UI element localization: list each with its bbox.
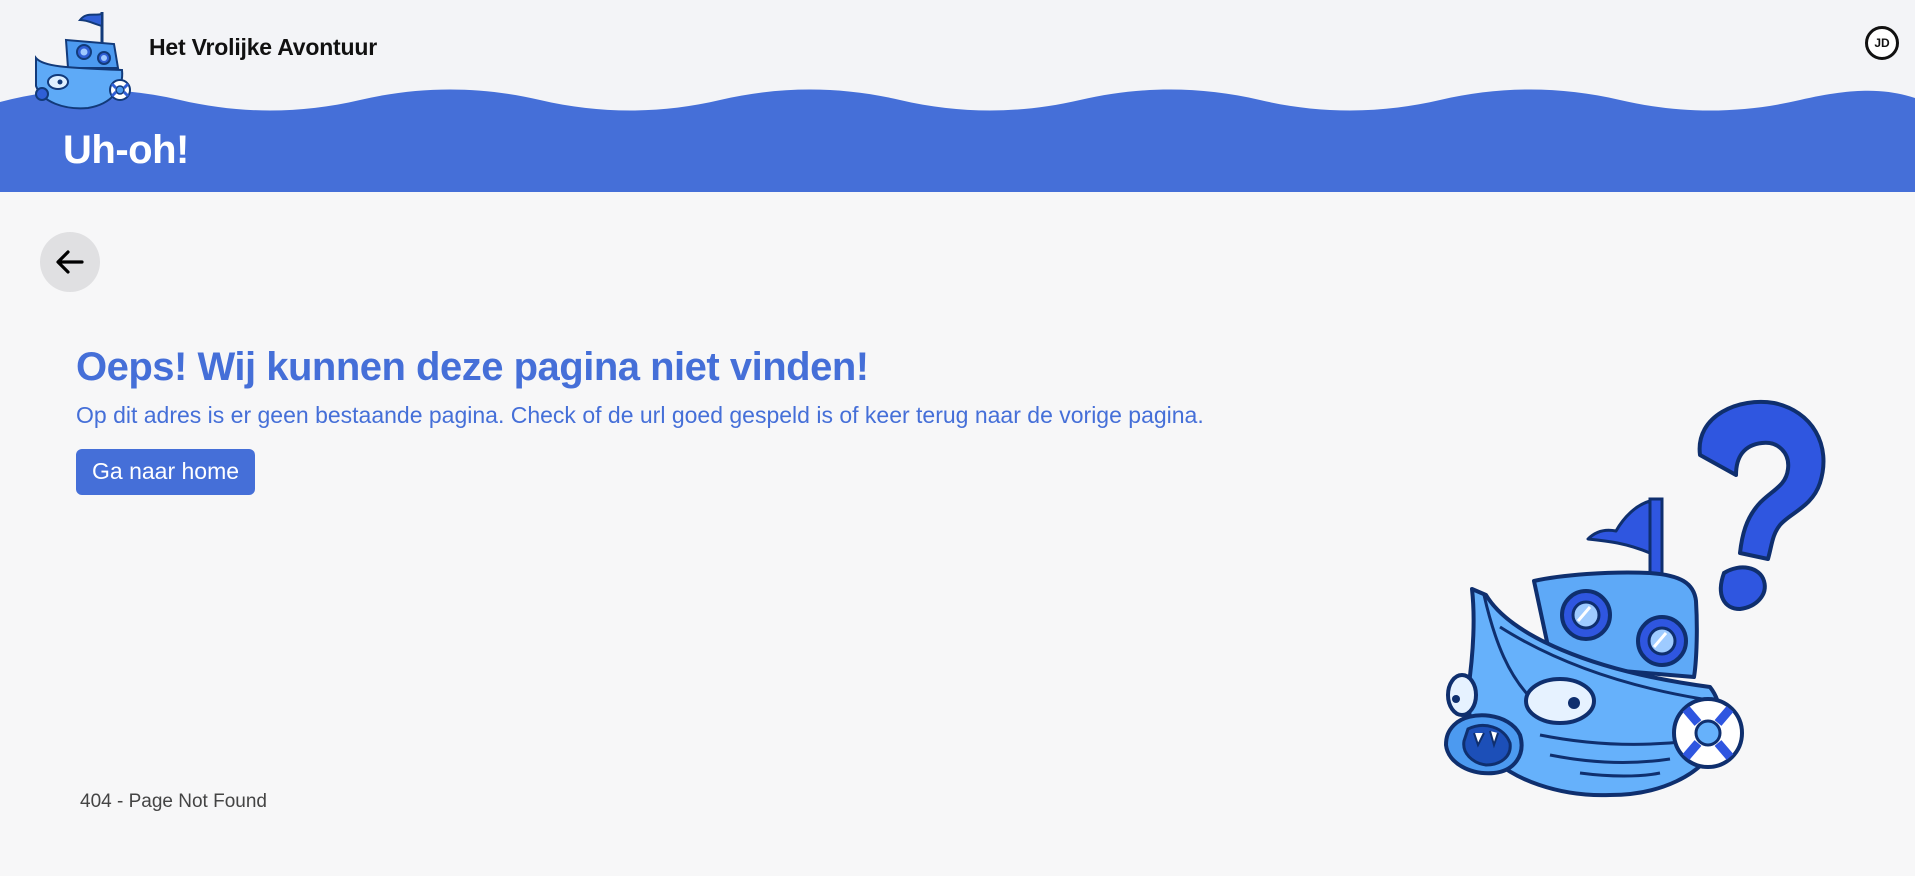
error-content: Oeps! Wij kunnen deze pagina niet vinden… — [76, 345, 1204, 495]
error-headline: Oeps! Wij kunnen deze pagina niet vinden… — [76, 345, 869, 389]
back-button[interactable] — [40, 232, 100, 292]
header: Het Vrolijke Avontuur JD Uh-oh! — [0, 0, 1915, 192]
boat-logo-icon[interactable] — [28, 6, 132, 114]
confused-boat-illustration — [1443, 399, 1826, 798]
go-home-button[interactable]: Ga naar home — [76, 449, 256, 495]
error-message: Op dit adres is er geen bestaande pagina… — [76, 402, 1204, 428]
arrow-left-icon — [56, 250, 84, 274]
page-title: Uh-oh! — [63, 128, 189, 172]
status-code-text: 404 - Page Not Found — [80, 791, 267, 812]
user-avatar[interactable]: JD — [1865, 26, 1899, 60]
brand-name[interactable]: Het Vrolijke Avontuur — [149, 34, 377, 61]
header-wave — [0, 89, 1915, 192]
